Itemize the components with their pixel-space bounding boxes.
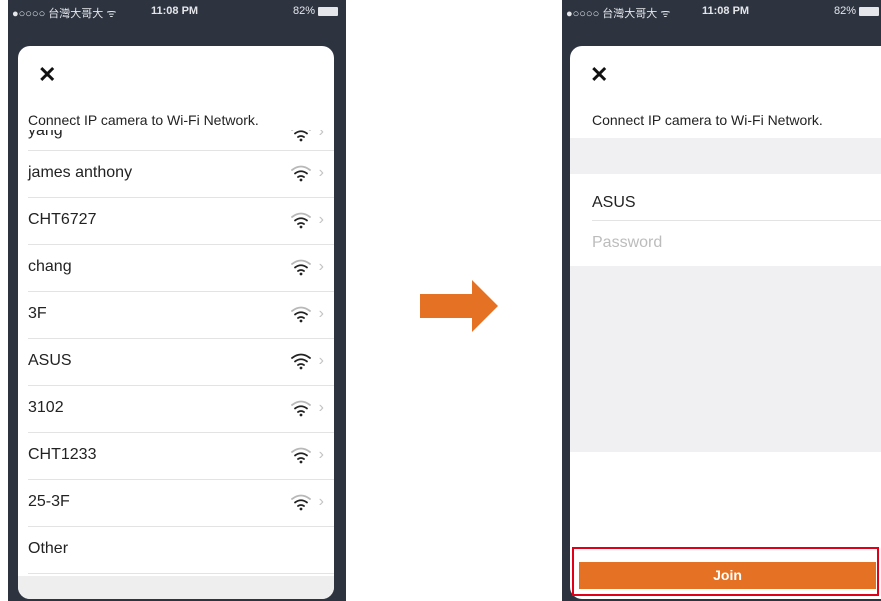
password-field[interactable] <box>592 220 881 267</box>
chevron-right-icon: › <box>318 399 324 416</box>
network-row[interactable]: 25-3F › <box>28 480 334 527</box>
wifi-signal-icon <box>290 399 312 417</box>
battery-icon <box>859 6 879 16</box>
wifi-signal-icon <box>290 211 312 229</box>
network-name: yang <box>28 130 63 139</box>
battery-percent: 82% <box>833 5 856 17</box>
carrier-label: ●○○○○ 台灣大哥大 ᯤ <box>12 8 117 20</box>
clock: 11:08 PM <box>151 5 199 17</box>
chevron-right-icon: › <box>318 130 324 140</box>
section-separator <box>570 138 881 174</box>
chevron-right-icon: › <box>318 493 324 510</box>
wifi-signal-icon <box>290 446 312 464</box>
battery-indicator: 82% <box>834 5 879 17</box>
wifi-signal-icon <box>290 258 312 276</box>
wifi-signal-icon <box>290 130 312 142</box>
carrier-label: ●○○○○ 台灣大哥大 ᯤ <box>566 8 671 20</box>
other-network-row[interactable]: Other <box>28 527 334 574</box>
chevron-right-icon: › <box>318 211 324 228</box>
network-row[interactable]: james anthony › <box>28 151 334 198</box>
ssid-field: ASUS <box>592 174 881 221</box>
left-phone-screen: ●○○○○ 台灣大哥大 ᯤ 11:08 PM 82% ✕ Connect IP … <box>8 0 346 601</box>
wifi-signal-icon <box>290 493 312 511</box>
network-list[interactable]: yang › james anthony › CHT6727 › chang › 3F › ASUS… <box>18 130 334 576</box>
clock: 11:08 PM <box>702 5 750 17</box>
form-background <box>570 266 881 452</box>
chevron-right-icon: › <box>318 352 324 369</box>
battery-percent: 82% <box>292 5 315 17</box>
network-name: 3102 <box>28 399 64 416</box>
battery-icon <box>318 6 338 16</box>
network-row[interactable]: CHT6727 › <box>28 198 334 245</box>
network-row[interactable]: yang › <box>28 130 334 151</box>
password-input[interactable] <box>592 234 812 252</box>
close-icon[interactable]: ✕ <box>590 64 608 86</box>
network-row[interactable]: 3102 › <box>28 386 334 433</box>
network-name: james anthony <box>28 164 133 181</box>
list-footer <box>18 576 334 599</box>
network-name: chang <box>28 258 72 275</box>
chevron-right-icon: › <box>318 446 324 463</box>
page-subtitle: Connect IP camera to Wi-Fi Network. <box>28 112 259 128</box>
network-row[interactable]: ASUS › <box>28 339 334 386</box>
chevron-right-icon: › <box>318 258 324 275</box>
status-bar: ●○○○○ 台灣大哥大 ᯤ 11:08 PM 82% <box>8 0 346 22</box>
other-network-label: Other <box>28 540 69 557</box>
network-name: CHT6727 <box>28 211 97 228</box>
battery-indicator: 82% <box>293 5 338 17</box>
wifi-list-card: ✕ Connect IP camera to Wi-Fi Network. ya… <box>18 46 334 599</box>
network-row[interactable]: CHT1233 › <box>28 433 334 480</box>
wifi-signal-icon <box>290 352 312 370</box>
network-name: 3F <box>28 305 47 322</box>
network-name: 25-3F <box>28 493 70 510</box>
ssid-value: ASUS <box>592 194 636 211</box>
wifi-signal-icon <box>290 305 312 323</box>
network-row[interactable]: 3F › <box>28 292 334 339</box>
right-phone-screen: ●○○○○ 台灣大哥大 ᯤ 11:08 PM 82% ✕ Connect IP … <box>562 0 881 601</box>
network-name: ASUS <box>28 352 72 369</box>
chevron-right-icon: › <box>318 305 324 322</box>
join-network-card: ✕ Connect IP camera to Wi-Fi Network. AS… <box>570 46 881 599</box>
join-button[interactable]: Join <box>579 562 876 589</box>
status-bar: ●○○○○ 台灣大哥大 ᯤ 11:08 PM 82% <box>562 0 881 22</box>
page-subtitle: Connect IP camera to Wi-Fi Network. <box>592 112 823 128</box>
wifi-signal-icon <box>290 164 312 182</box>
arrow-right-icon <box>420 280 498 332</box>
network-row[interactable]: chang › <box>28 245 334 292</box>
close-icon[interactable]: ✕ <box>38 64 56 86</box>
network-name: CHT1233 <box>28 446 97 463</box>
chevron-right-icon: › <box>318 164 324 181</box>
